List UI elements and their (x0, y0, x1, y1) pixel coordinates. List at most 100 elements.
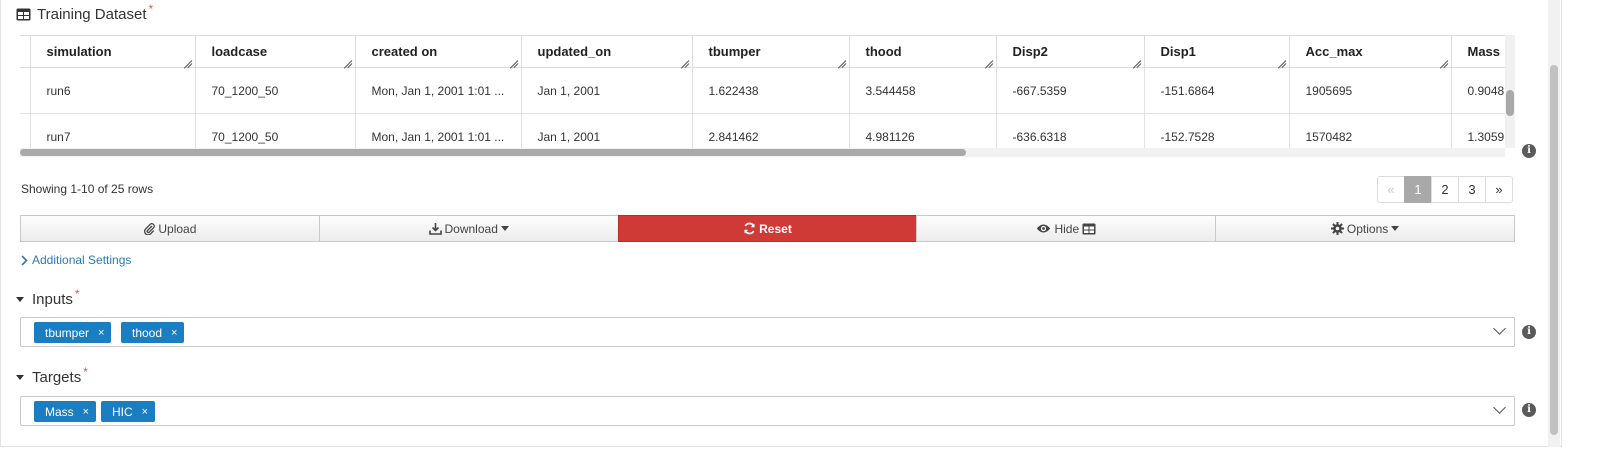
row-gutter-header (20, 35, 31, 68)
pagination: « 1 2 3 » (1377, 176, 1513, 203)
tag-tbumper: tbumper × (34, 322, 112, 343)
rows-info: Showing 1-10 of 25 rows (21, 182, 154, 196)
targets-header[interactable]: Targets * (16, 365, 88, 386)
resize-handle-icon[interactable] (680, 55, 689, 64)
inputs-header[interactable]: Inputs * (16, 287, 80, 308)
table-cell[interactable]: Jan 1, 2001 (520, 67, 693, 114)
caret-down-icon (16, 375, 24, 380)
column-header-label: thood (865, 44, 902, 59)
tag-label: tbumper (45, 325, 90, 340)
resize-handle-icon[interactable] (343, 55, 352, 64)
column-header[interactable]: Disp1 (1143, 35, 1290, 68)
required-marker: * (83, 364, 88, 379)
chevron-down-icon[interactable] (1493, 401, 1506, 414)
resize-handle-icon[interactable] (984, 55, 993, 64)
reset-button[interactable]: Reset (617, 215, 918, 242)
training-dataset-header: Training Dataset * (16, 2, 153, 23)
column-header[interactable]: thood (848, 35, 997, 68)
remove-tag-icon[interactable]: × (98, 327, 104, 339)
download-button[interactable]: Download (318, 215, 619, 242)
table-cell[interactable]: -667.5359 (995, 67, 1145, 114)
page-scrollbar[interactable] (1548, 0, 1560, 447)
pagination-next[interactable]: » (1485, 176, 1513, 203)
upload-button[interactable]: Upload (20, 215, 320, 242)
required-marker: * (148, 1, 154, 16)
hide-button[interactable]: Hide (916, 215, 1217, 242)
targets-select[interactable]: Mass × HIC × (20, 396, 1515, 426)
column-header-label: simulation (46, 44, 112, 59)
chevron-right-icon (21, 254, 28, 266)
table-vertical-scrollbar[interactable] (1505, 35, 1515, 148)
download-label: Download (444, 221, 498, 236)
resize-handle-icon[interactable] (1132, 55, 1141, 64)
table-cell[interactable]: 1.622438 (691, 67, 850, 114)
column-header[interactable]: Acc_max (1288, 35, 1452, 68)
row-gutter (20, 67, 31, 114)
additional-settings-toggle[interactable]: Additional Settings (21, 253, 131, 267)
resize-handle-icon[interactable] (837, 55, 846, 64)
info-icon[interactable]: i (1522, 403, 1536, 417)
pagination-prev[interactable]: « (1377, 176, 1405, 203)
options-button[interactable]: Options (1215, 215, 1515, 242)
column-header-label: tbumper (708, 44, 761, 59)
tag-label: HIC (112, 404, 133, 419)
column-header[interactable]: loadcase (194, 35, 356, 68)
dataset-table: simulation loadcase created on updated_o… (20, 35, 1515, 157)
info-icon[interactable]: i (1522, 325, 1536, 339)
column-header[interactable]: Disp2 (995, 35, 1145, 68)
table-cell[interactable]: run6 (29, 67, 196, 114)
caret-down-icon (16, 297, 24, 302)
table-icon (1082, 223, 1096, 234)
column-header[interactable]: tbumper (691, 35, 850, 68)
chevron-down-icon[interactable] (1493, 322, 1506, 335)
column-header-label: Disp1 (1160, 44, 1196, 59)
table-row[interactable]: run6 70_1200_50 Mon, Jan 1, 2001 1:01 ..… (20, 67, 1515, 114)
table-horizontal-scrollbar[interactable] (20, 148, 1505, 157)
refresh-icon (744, 222, 755, 235)
table-cell[interactable]: -151.6864 (1143, 67, 1290, 114)
table-horizontal-scroll-thumb[interactable] (20, 149, 966, 156)
tag-hic: HIC × (101, 401, 156, 422)
info-icon[interactable]: i (1522, 144, 1536, 158)
tag-label: thood (132, 325, 163, 340)
column-header-label: updated_on (537, 44, 612, 59)
required-marker: * (74, 286, 80, 301)
pagination-page-1[interactable]: 1 (1404, 176, 1432, 203)
caret-down-icon (500, 226, 509, 231)
resize-handle-icon[interactable] (1277, 55, 1286, 64)
column-header[interactable]: simulation (29, 35, 196, 68)
remove-tag-icon[interactable]: × (142, 406, 148, 418)
column-header[interactable]: updated_on (520, 35, 693, 68)
pagination-page-3[interactable]: 3 (1458, 176, 1486, 203)
remove-tag-icon[interactable]: × (171, 327, 177, 339)
tag-label: Mass (45, 404, 74, 419)
column-header-label: loadcase (211, 44, 268, 59)
remove-tag-icon[interactable]: × (83, 406, 89, 418)
dataset-toolbar: Upload Download Reset Hide Options (20, 215, 1515, 242)
inputs-select[interactable]: tbumper × thood × (20, 317, 1515, 347)
caret-down-icon (1391, 226, 1400, 231)
pagination-page-2[interactable]: 2 (1431, 176, 1459, 203)
table-header-row: simulation loadcase created on updated_o… (20, 35, 1515, 68)
targets-label: Targets (32, 369, 82, 386)
download-icon (428, 223, 442, 235)
table-cell[interactable]: 1905695 (1288, 67, 1452, 114)
upload-label: Upload (158, 221, 197, 236)
column-header-label: created on (371, 44, 438, 59)
table-cell[interactable]: Mon, Jan 1, 2001 1:01 ... (354, 67, 522, 114)
resize-handle-icon[interactable] (509, 55, 518, 64)
column-header[interactable]: created on (354, 35, 522, 68)
inputs-label: Inputs (32, 291, 73, 308)
additional-settings-label: Additional Settings (32, 253, 132, 267)
column-header-label: Mass (1467, 44, 1501, 59)
page-scrollbar-thumb[interactable] (1550, 65, 1558, 435)
table-vertical-scroll-thumb[interactable] (1506, 90, 1514, 116)
tag-thood: thood × (121, 322, 185, 343)
hide-label: Hide (1054, 221, 1080, 236)
table-cell[interactable]: 70_1200_50 (194, 67, 356, 114)
table-cell[interactable]: 3.544458 (848, 67, 997, 114)
paperclip-icon (144, 223, 156, 235)
resize-handle-icon[interactable] (183, 55, 192, 64)
resize-handle-icon[interactable] (1439, 55, 1448, 64)
reset-label: Reset (759, 221, 792, 236)
